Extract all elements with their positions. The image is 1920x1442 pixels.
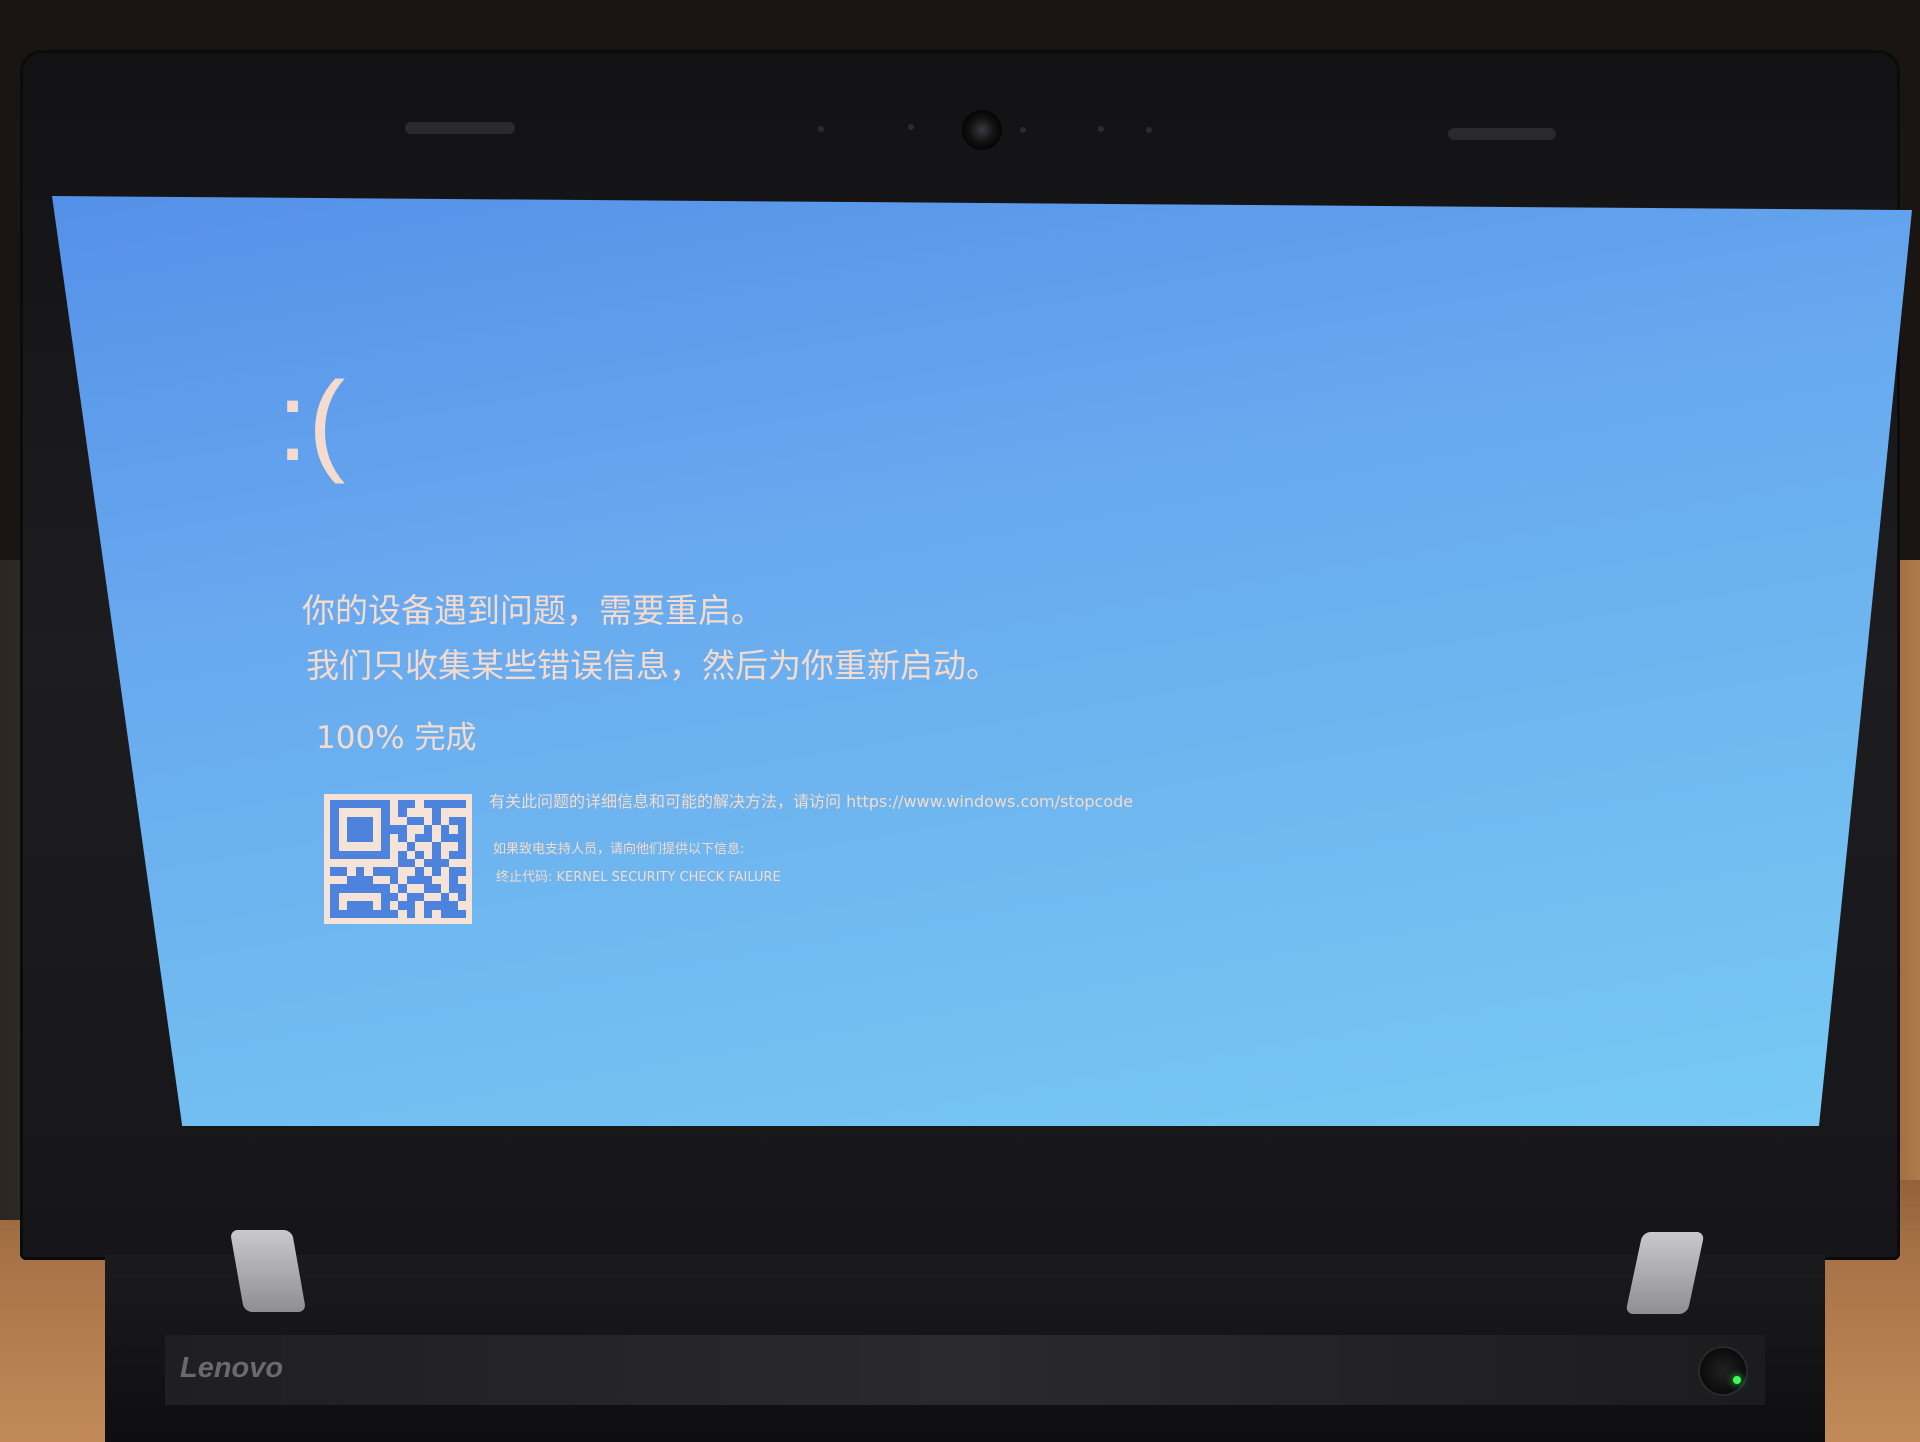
support-info-text: 如果致电支持人员，请向他们提供以下信息: — [493, 842, 745, 857]
speaker-grille-right — [1448, 128, 1556, 140]
qr-code-icon — [324, 794, 472, 924]
power-led-icon — [1733, 1376, 1741, 1384]
stopcode-info-text: 有关此问题的详细信息和可能的解决方法，请访问 https://www.windo… — [489, 792, 1134, 811]
progress-text: 100% 完成 — [316, 720, 477, 756]
sensor-dot — [1098, 126, 1104, 132]
hinge-cover — [165, 1335, 1765, 1405]
error-message-line2: 我们只收集某些错误信息，然后为你重新启动。 — [306, 646, 999, 685]
power-button[interactable] — [1700, 1348, 1746, 1394]
sensor-dot — [1146, 127, 1152, 133]
error-message-line1: 你的设备遇到问题，需要重启。 — [302, 591, 764, 630]
sensor-dot — [818, 126, 824, 132]
stop-code-text: 终止代码: KERNEL SECURITY CHECK FAILURE — [496, 870, 781, 885]
sad-face-emoticon: :( — [277, 359, 346, 484]
speaker-grille-left — [405, 122, 515, 134]
bsod-screen: :( 你的设备遇到问题，需要重启。 我们只收集某些错误信息，然后为你重新启动。 … — [52, 196, 1912, 1126]
sensor-dot — [1020, 127, 1026, 133]
sensor-dot — [908, 124, 914, 130]
lenovo-logo: Lenovo — [180, 1352, 284, 1384]
webcam-icon — [962, 110, 1002, 150]
